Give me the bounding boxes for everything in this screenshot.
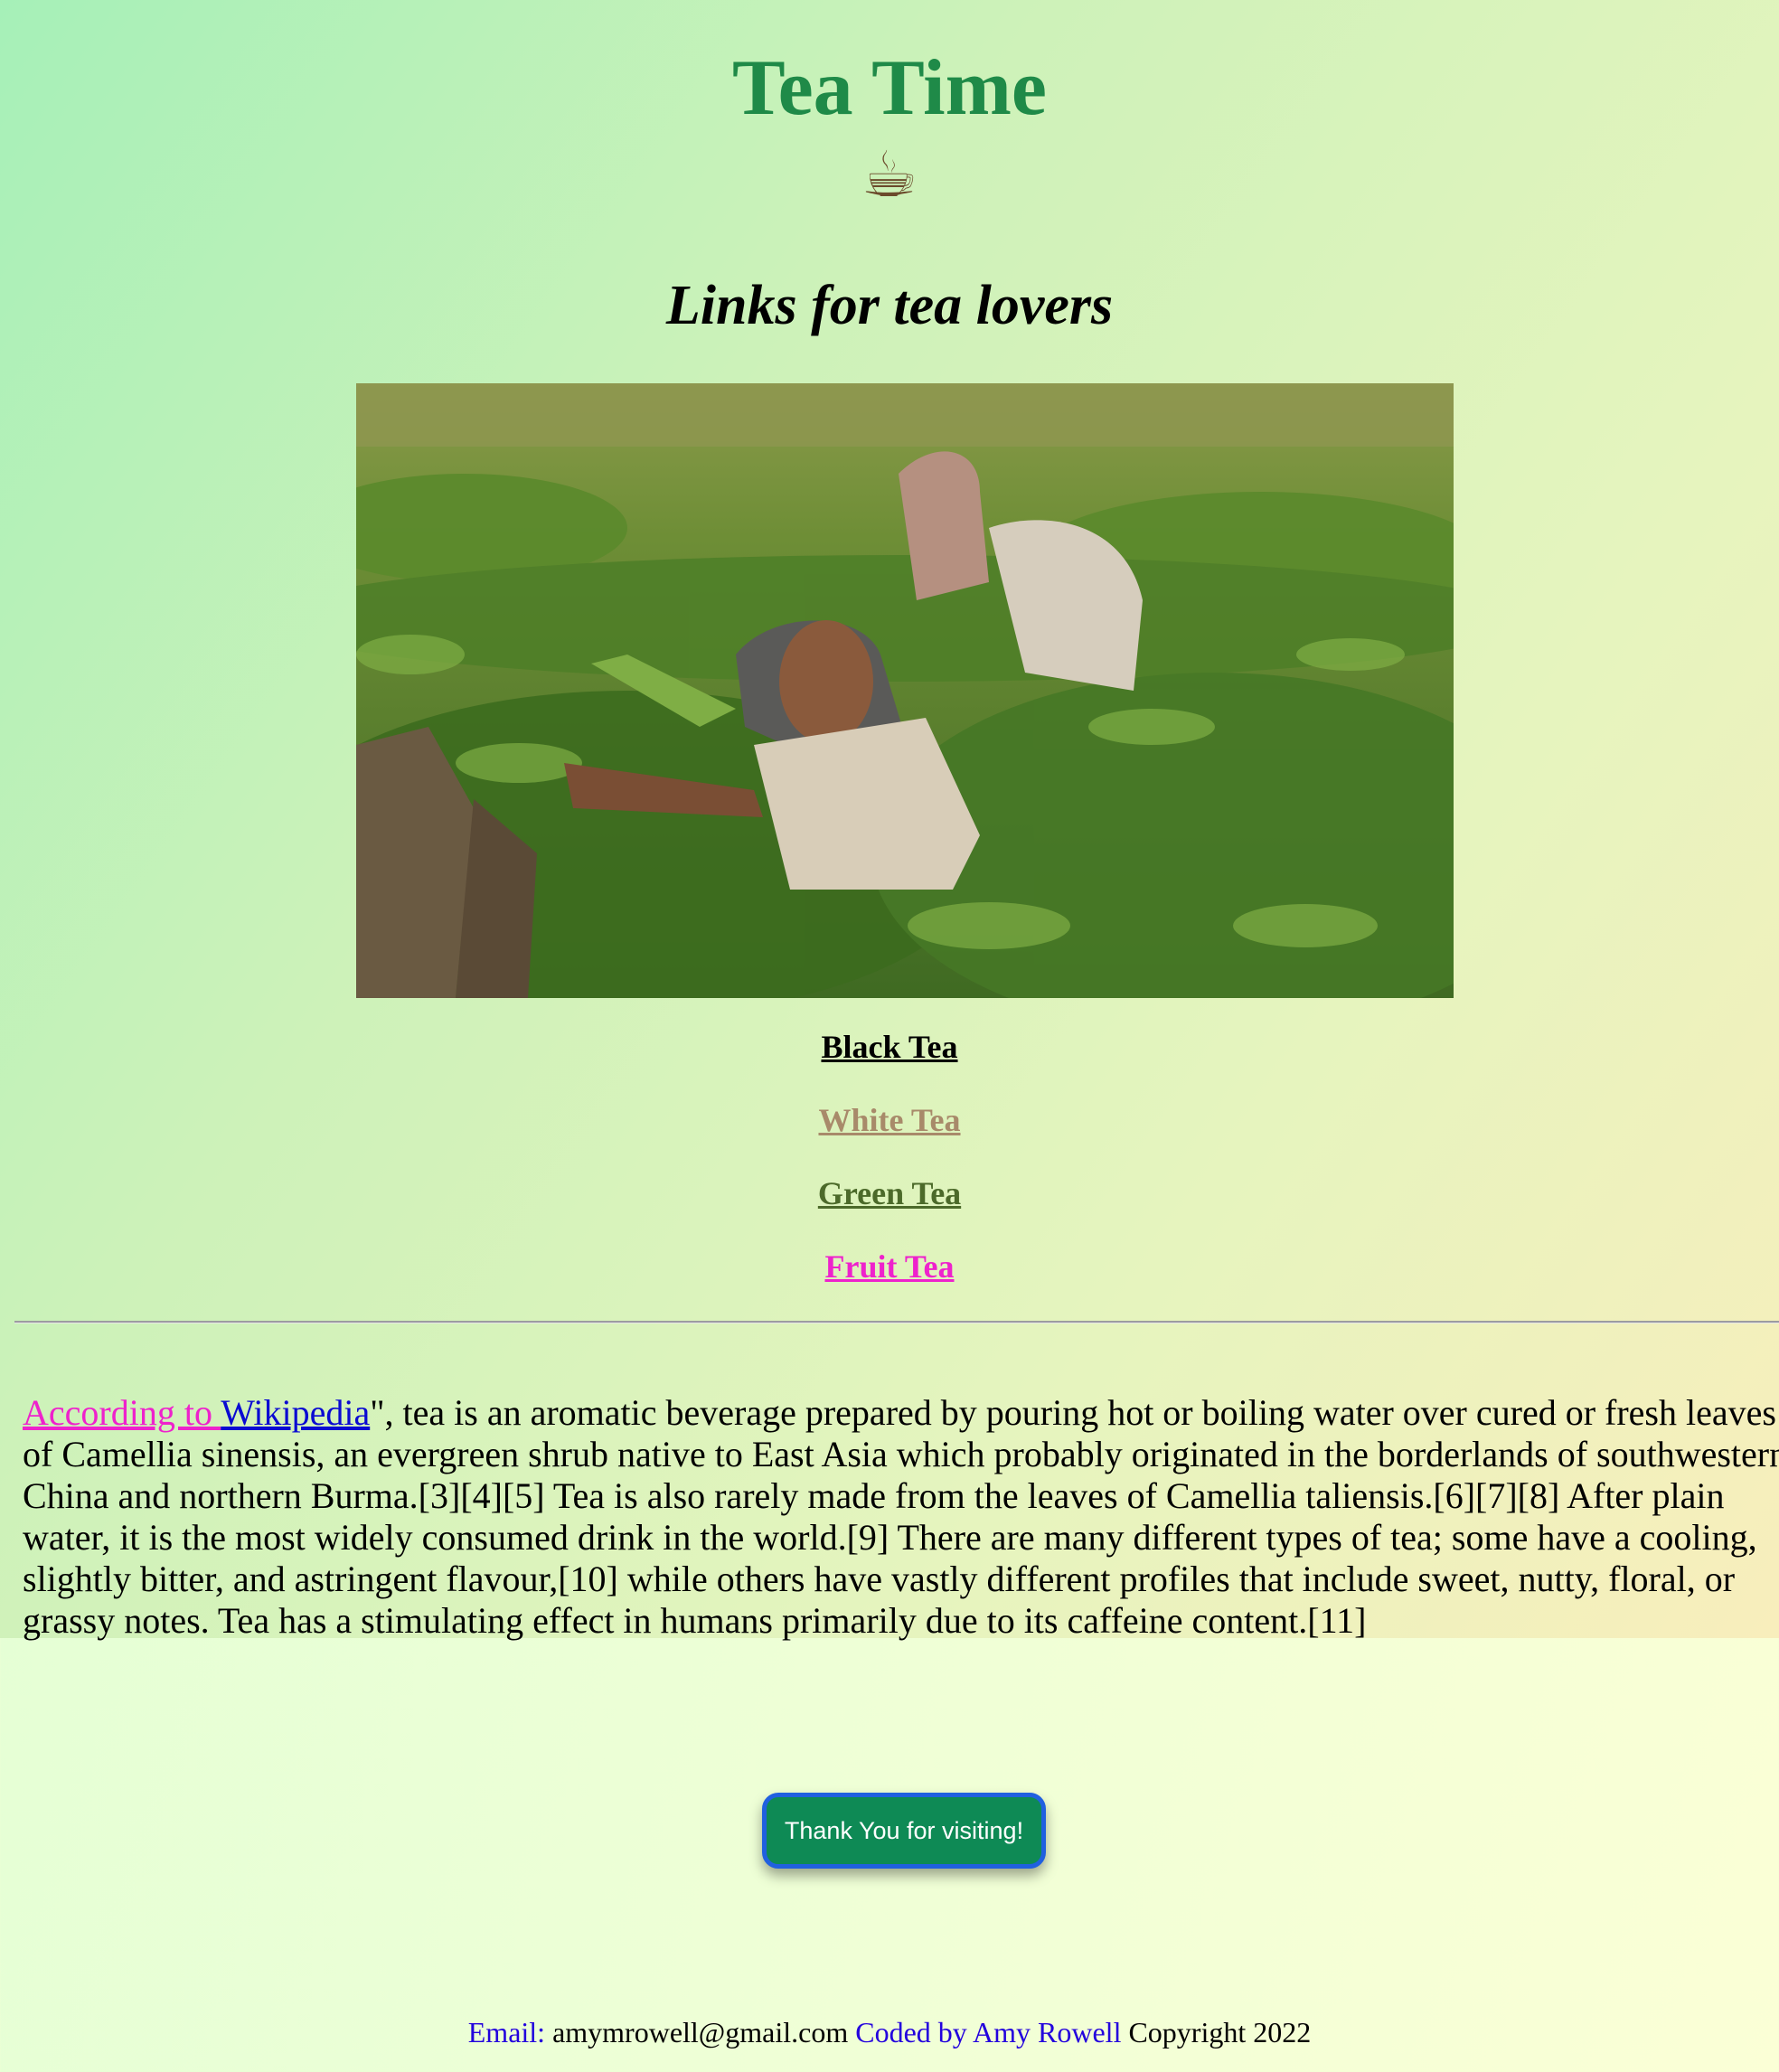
white-tea-link[interactable]: White Tea: [0, 1100, 1779, 1140]
article-line-5: slightly bitter, and astringent flavour,…: [23, 1559, 1736, 1599]
article-line-6: grassy notes. Tea has a stimulating effe…: [23, 1600, 1367, 1641]
article-line-4: water, it is the most widely consumed dr…: [23, 1517, 1757, 1558]
page-subtitle: Links for tea lovers: [665, 275, 1114, 336]
email-label: Email:: [467, 2016, 546, 2048]
tea-plantation-image: [356, 383, 1454, 998]
thank-you-button[interactable]: Thank You for visiting!: [762, 1793, 1046, 1869]
tea-links-list: Black Tea White Tea Green Tea Fruit Tea: [0, 1027, 1779, 1320]
footer: Email: amymrowell@gmail.com Coded by Amy…: [0, 2014, 1779, 2050]
article-line-1: According to Wikipedia", tea is an aroma…: [23, 1392, 1779, 1434]
tea-description: According to Wikipedia", tea is an aroma…: [23, 1392, 1779, 1642]
wikipedia-link[interactable]: Wikipedia: [221, 1392, 370, 1433]
green-tea-link[interactable]: Green Tea: [0, 1173, 1779, 1213]
fruit-tea-link[interactable]: Fruit Tea: [0, 1247, 1779, 1286]
coffee-cup-icon: ☕: [861, 137, 918, 212]
article-text: ", tea is an aromatic beverage prepared …: [370, 1392, 1776, 1433]
copyright-text: Copyright 2022: [1121, 2016, 1312, 2048]
black-tea-link[interactable]: Black Tea: [0, 1027, 1779, 1067]
site-title: Tea Time: [731, 44, 1047, 132]
according-to-link[interactable]: According to: [23, 1392, 221, 1433]
coded-by-credit: Coded by Amy Rowell: [855, 2016, 1122, 2048]
article-line-3: China and northern Burma.[3][4][5] Tea i…: [23, 1475, 1725, 1516]
email-address: amymrowell@gmail.com: [545, 2016, 856, 2048]
article-line-2: of Camellia sinensis, an evergreen shrub…: [23, 1434, 1779, 1474]
horizontal-divider: [14, 1321, 1779, 1323]
